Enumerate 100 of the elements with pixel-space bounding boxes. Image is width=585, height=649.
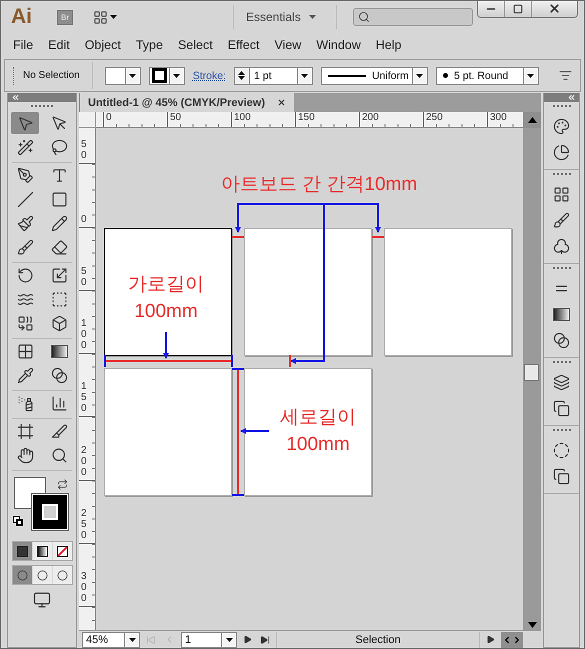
caret-icon xyxy=(301,74,308,78)
caret-icon xyxy=(129,74,136,78)
overlapping-circles-icon xyxy=(553,332,570,348)
tab-close-button[interactable] xyxy=(276,98,286,107)
circle-icon xyxy=(16,570,28,580)
collapse-icon xyxy=(11,93,20,102)
stroke-link[interactable]: Stroke: xyxy=(192,70,226,82)
menu-item[interactable]: Effect xyxy=(222,38,266,52)
selection-status: No Selection xyxy=(23,70,80,81)
draw-mode-button[interactable] xyxy=(12,566,32,584)
gradient-icon xyxy=(50,344,68,358)
caret-icon xyxy=(226,638,232,642)
current-tool-label: Selection xyxy=(276,632,480,648)
scroll-up-icon[interactable] xyxy=(528,117,536,123)
circle-icon xyxy=(56,570,68,580)
caret-icon xyxy=(110,15,117,19)
menu-item[interactable]: View xyxy=(268,38,308,52)
app-logo: Ai xyxy=(11,5,33,29)
stroke-color-dropdown[interactable] xyxy=(148,66,185,84)
monitor-icon xyxy=(33,591,51,609)
pie-icon xyxy=(553,144,570,160)
arrange-documents-button[interactable] xyxy=(93,10,117,24)
layers-icon xyxy=(553,374,570,390)
scale-icon xyxy=(50,266,68,284)
ruler-label: 50 xyxy=(80,139,88,162)
screen-mode-button[interactable] xyxy=(33,591,51,609)
artboard-field[interactable]: 1 xyxy=(181,632,237,648)
color-mode-button[interactable] xyxy=(32,542,52,560)
brush-icon xyxy=(553,212,570,228)
scroll-down-icon[interactable] xyxy=(528,622,536,628)
artboard[interactable] xyxy=(104,228,232,356)
maximize-button[interactable] xyxy=(504,1,531,17)
dashed-circle-icon xyxy=(553,442,570,458)
overlapping-squares-icon xyxy=(553,400,570,416)
next-icon xyxy=(243,635,252,644)
fill-dropdown[interactable] xyxy=(104,66,141,84)
arrow xyxy=(163,332,169,359)
draw-mode-button[interactable] xyxy=(52,566,72,584)
draw-mode-button[interactable] xyxy=(32,566,52,584)
menu-item[interactable]: File xyxy=(7,38,40,52)
ruler-label: 200 xyxy=(80,444,88,478)
scroll-thumb[interactable] xyxy=(524,364,539,381)
first-icon xyxy=(146,634,156,644)
blend-circles-icon xyxy=(50,366,68,384)
last-icon xyxy=(260,634,270,644)
play-icon xyxy=(486,635,495,644)
overlapping-squares-icon xyxy=(553,468,570,484)
stroke-weight-field[interactable]: 1 pt xyxy=(234,66,313,84)
horizontal-scroll-buttons[interactable] xyxy=(501,632,523,648)
layout-icon xyxy=(93,10,108,24)
tool-button[interactable] xyxy=(11,112,39,134)
minimize-button[interactable] xyxy=(478,1,504,17)
grid-icon xyxy=(553,186,570,202)
ruler-label: 150 xyxy=(295,112,359,127)
list-icon xyxy=(559,69,572,82)
document-tab[interactable]: Untitled-1 @ 45% (CMYK/Preview) xyxy=(80,93,294,112)
zoom-field[interactable]: 45% xyxy=(82,632,140,648)
menu-item[interactable]: Object xyxy=(78,38,127,52)
annotation-text: 세로길이 100mm xyxy=(280,406,356,457)
ruler-label: 250 xyxy=(80,508,88,542)
bar-chart-icon xyxy=(50,394,68,412)
gap-marker xyxy=(372,236,384,238)
spin-up-icon[interactable] xyxy=(238,71,246,75)
club-icon xyxy=(553,238,570,254)
menu-item[interactable]: Help xyxy=(370,38,408,52)
color-mode-button[interactable] xyxy=(12,542,32,560)
ruler-label: 100 xyxy=(80,318,88,352)
eraser-icon xyxy=(50,238,68,256)
workspace-switcher[interactable]: Essentials xyxy=(246,10,324,24)
search-icon xyxy=(358,11,370,23)
rotate-icon xyxy=(16,266,34,284)
default-colors-icon[interactable] xyxy=(13,516,23,526)
search-field[interactable] xyxy=(352,8,473,26)
caret-icon xyxy=(527,74,534,78)
circle-icon xyxy=(36,570,48,580)
menu-item[interactable]: Select xyxy=(172,38,219,52)
last-artboard-button[interactable] xyxy=(258,634,272,644)
vertical-scrollbar[interactable] xyxy=(523,128,541,630)
lasso-icon xyxy=(50,138,68,156)
stroke-line-icon xyxy=(328,74,366,76)
gap-marker xyxy=(232,236,244,238)
caret-icon xyxy=(128,638,136,642)
ruler-label: 0 xyxy=(103,112,167,127)
menu-item[interactable]: Type xyxy=(130,38,169,52)
close-button[interactable] xyxy=(531,1,577,17)
variable-width-profile-dropdown[interactable]: Uniform xyxy=(320,66,428,84)
ruler-label: 50 xyxy=(80,266,88,288)
maximize-icon xyxy=(513,4,523,14)
menu-item[interactable]: Window xyxy=(310,38,367,52)
ruler-label: 300 xyxy=(80,571,88,604)
menu-item[interactable]: Edit xyxy=(42,38,76,52)
annotation-text: 가로길이 100mm xyxy=(128,273,204,324)
color-mode-button[interactable] xyxy=(52,542,72,560)
panel-menu-button[interactable] xyxy=(559,69,572,82)
magnifier-icon xyxy=(50,446,68,464)
brush-dropdown[interactable]: 5 pt. Round xyxy=(436,66,539,84)
annotation-text: 아트보드 간 간격10mm xyxy=(220,173,418,197)
collapse-icon xyxy=(567,93,576,102)
eyedropper-icon xyxy=(16,366,34,384)
ruler-label: 0 xyxy=(80,214,88,225)
